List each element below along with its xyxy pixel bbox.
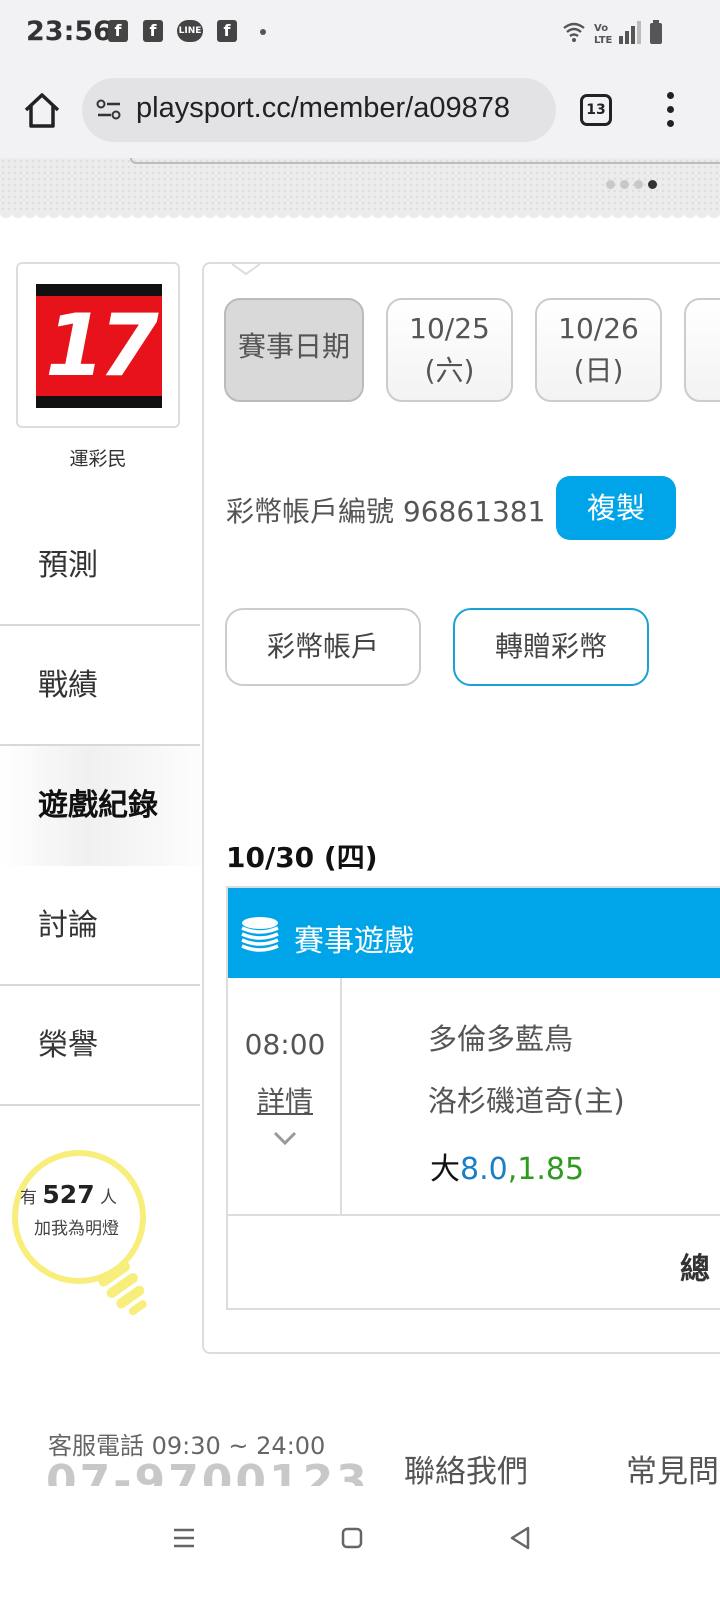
coin-account-number: 彩幣帳戶編號 96861381 — [226, 495, 546, 528]
sidebar-item-discussion[interactable]: 討論 — [0, 866, 200, 986]
sidebar-item-honor[interactable]: 榮譽 — [0, 986, 200, 1106]
contact-link[interactable]: 聯絡我們 — [404, 1446, 528, 1491]
url-text: playsport.cc/member/a09878 — [136, 92, 510, 124]
back-nav-icon[interactable] — [500, 1518, 540, 1558]
address-bar[interactable]: playsport.cc/member/a09878 — [82, 78, 556, 142]
banner-border — [130, 158, 720, 164]
status-time: 23:56 — [26, 16, 112, 47]
transfer-coins-button[interactable]: 轉贈彩幣 — [453, 608, 649, 686]
fan-count: 527 — [42, 1180, 95, 1209]
status-bar: 23:56 f f LINE f Vo LTE — [0, 0, 720, 66]
browser-menu-icon[interactable] — [666, 92, 676, 132]
service-phone[interactable]: 07-9700123 — [46, 1456, 370, 1486]
recent-apps-icon[interactable] — [164, 1518, 204, 1558]
row-divider — [228, 1214, 720, 1216]
coin-account-button[interactable]: 彩幣帳戶 — [225, 608, 421, 686]
pick-odds: 1.85 — [517, 1152, 585, 1187]
fan-caption: 加我為明燈 — [34, 1219, 119, 1239]
date-tab-next[interactable] — [684, 298, 720, 402]
game-pick: 大8.0,1.85 — [430, 1152, 585, 1187]
facebook-icon: f — [217, 20, 237, 42]
carousel-dot-active[interactable] — [648, 180, 658, 189]
game-day-title: 10/30 (四) — [226, 841, 378, 874]
game-time-cell: 08:00 詳情 — [228, 978, 342, 1214]
sidebar-item-predict[interactable]: 預測 — [0, 506, 200, 626]
facebook-icon: f — [108, 20, 128, 42]
pick-side: 大 — [430, 1152, 460, 1187]
wifi-icon — [563, 22, 585, 37]
date-tab-header[interactable]: 賽事日期 — [224, 298, 364, 402]
bulb-icon — [98, 1261, 147, 1316]
fan-count-text: 有 527 人 — [20, 1180, 117, 1209]
avatar[interactable]: 17 — [16, 262, 180, 428]
tab-switcher-button[interactable]: 13 — [580, 94, 612, 126]
pick-line: 8.0 — [460, 1152, 508, 1187]
sidebar-item-record[interactable]: 戰績 — [0, 626, 200, 746]
battery-icon — [650, 23, 662, 44]
detail-link[interactable]: 詳情 — [228, 1080, 342, 1120]
total-label: 總 — [680, 1252, 710, 1287]
carousel-dots[interactable] — [606, 174, 658, 193]
date-tab-1026[interactable]: 10/26 (日) — [535, 298, 662, 402]
facebook-icon: f — [143, 20, 163, 42]
system-status-icons: Vo LTE — [563, 20, 662, 46]
chevron-down-icon[interactable] — [272, 1128, 298, 1148]
team-away: 多倫多藍鳥 — [428, 1022, 574, 1056]
game-section-header: 賽事遊戲 — [228, 888, 720, 978]
line-icon: LINE — [177, 20, 203, 42]
svg-text:LTE: LTE — [594, 35, 613, 46]
site-settings-icon[interactable] — [96, 98, 122, 122]
sidebar-item-game-log[interactable]: 遊戲紀錄 — [0, 746, 220, 866]
game-table: 賽事遊戲 08:00 詳情 多倫多藍鳥 洛杉磯道奇(主) 大8.0,1.85 總 — [226, 886, 720, 1310]
volte-icon: Vo — [594, 23, 608, 34]
home-icon[interactable] — [20, 88, 64, 132]
copy-button[interactable]: 複製 — [556, 476, 676, 540]
carousel-dot[interactable] — [606, 180, 615, 189]
panel-pointer — [232, 263, 260, 276]
browser-toolbar: playsport.cc/member/a09878 13 — [0, 66, 720, 158]
banner-wave-edge — [0, 212, 720, 224]
username: 運彩民 — [69, 448, 127, 470]
game-time: 08:00 — [244, 1028, 326, 1061]
date-tab-1025[interactable]: 10/25 (六) — [386, 298, 513, 402]
carousel-dot[interactable] — [620, 180, 630, 189]
carousel-dot[interactable] — [634, 180, 644, 189]
more-notifications-dot — [260, 29, 266, 35]
system-nav-bar — [0, 1488, 720, 1600]
team-home: 洛杉磯道奇(主) — [428, 1084, 625, 1118]
signal-icon — [619, 36, 623, 44]
home-nav-icon[interactable] — [332, 1518, 372, 1558]
coin-stack-icon — [241, 917, 279, 952]
user-logo: 17 — [36, 284, 162, 408]
faq-link[interactable]: 常見問 — [626, 1446, 719, 1491]
